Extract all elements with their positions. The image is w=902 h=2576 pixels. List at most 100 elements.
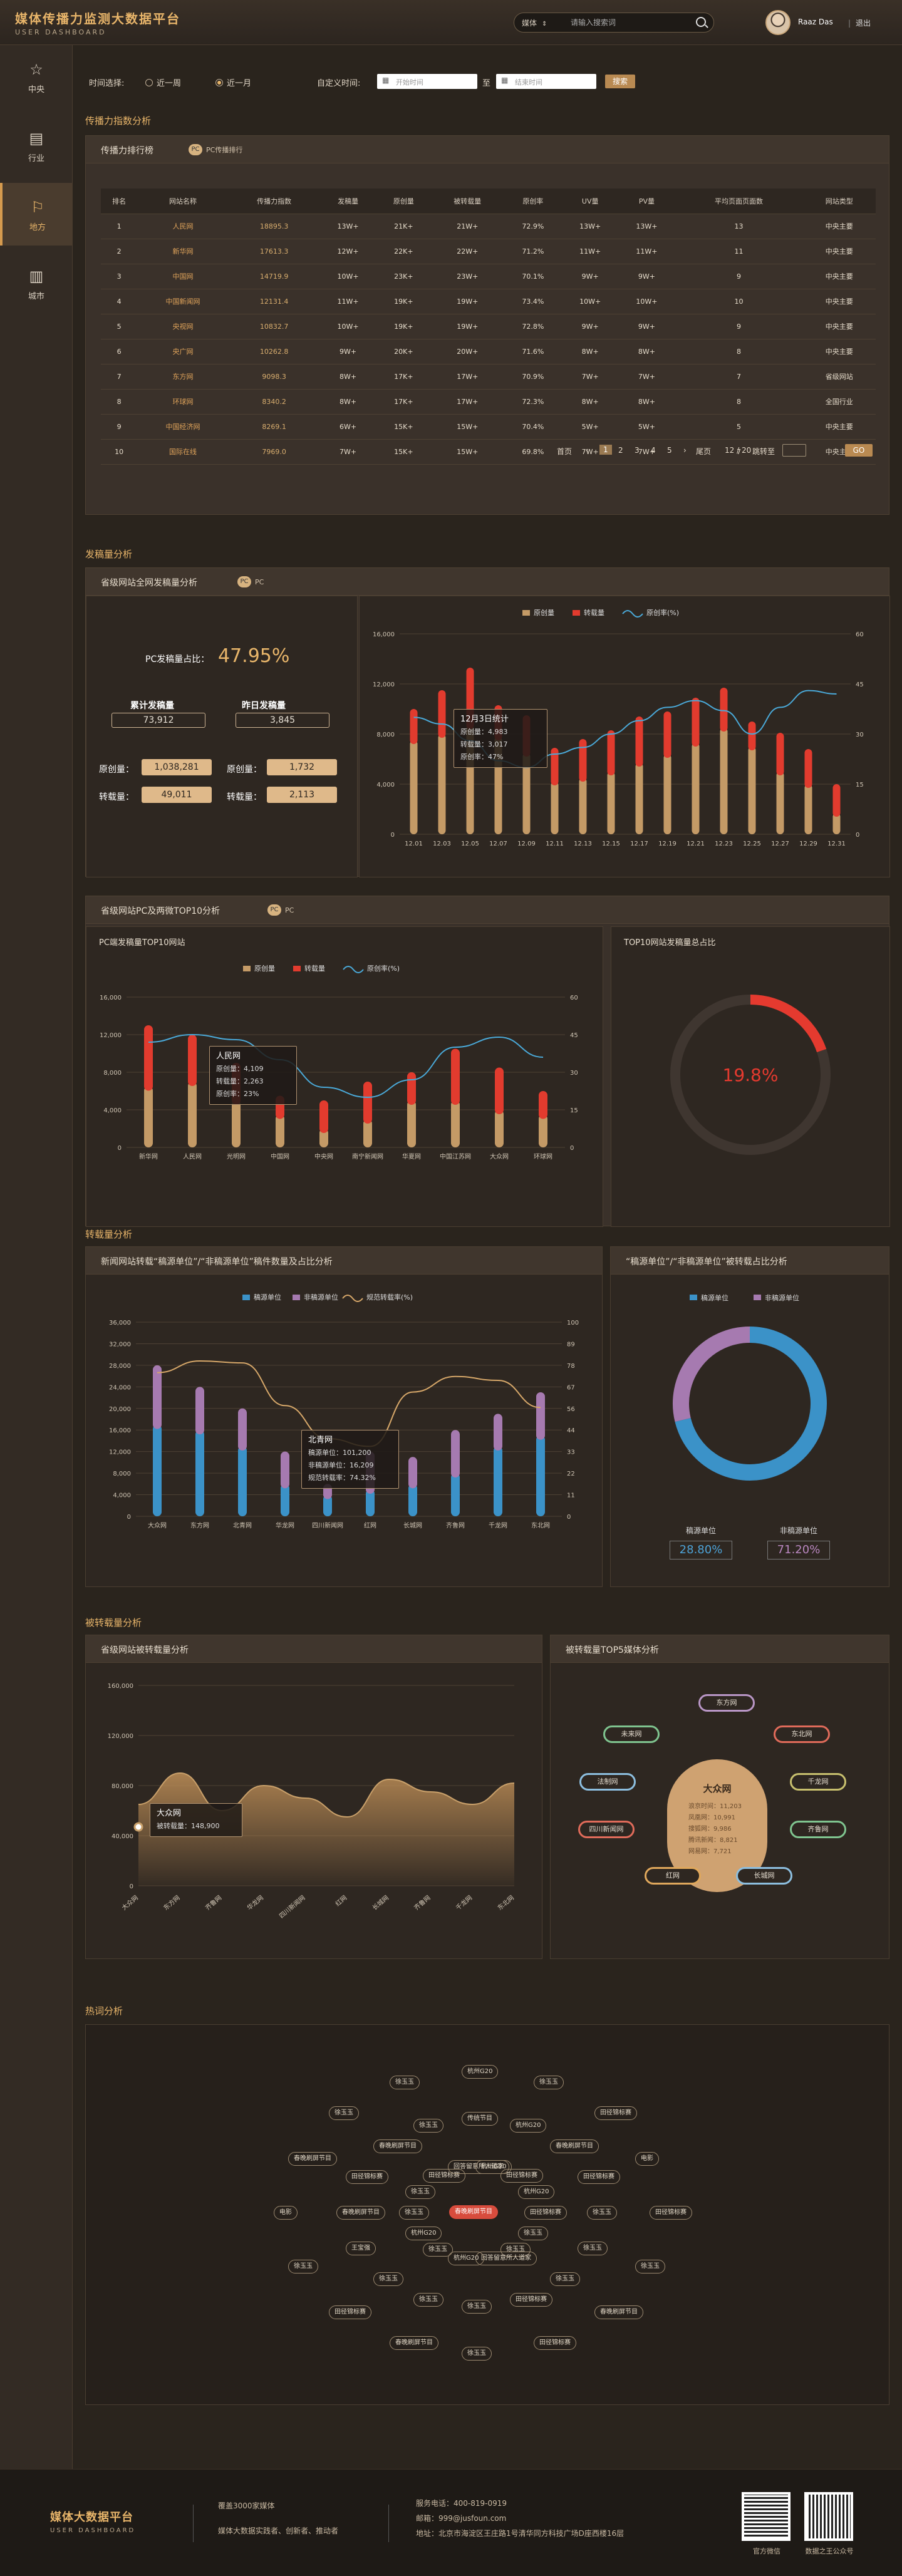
radio-month[interactable]: 近一月 bbox=[215, 76, 251, 88]
hot-word[interactable]: 徐玉玉 bbox=[518, 2227, 548, 2240]
table-cell[interactable]: 人民网 bbox=[137, 214, 229, 239]
table-row[interactable]: 5 央视网 10832.7 10W+ 19K+ 19W+ 72.8% 9W+ 9W+ 9 中央主要 bbox=[101, 314, 876, 339]
hot-word[interactable]: 春晚刷屏节目 bbox=[390, 2336, 438, 2350]
hot-word[interactable]: 徐玉玉 bbox=[405, 2185, 435, 2199]
hot-word[interactable]: 田径锦标赛 bbox=[329, 2305, 371, 2319]
pc-tag[interactable]: PC PC传播排行 bbox=[189, 144, 242, 155]
hot-word[interactable]: 杭州G20 bbox=[462, 2065, 499, 2079]
hot-word[interactable]: 杭州G20 bbox=[448, 2252, 485, 2265]
hot-word[interactable]: 徐玉玉 bbox=[413, 2119, 443, 2133]
media-pill[interactable]: 东北网 bbox=[774, 1725, 830, 1743]
hot-word[interactable]: 田径锦标赛 bbox=[346, 2170, 388, 2184]
hot-word[interactable]: 杭州G20 bbox=[510, 2119, 547, 2133]
table-row[interactable]: 1 人民网 18895.3 13W+ 21K+ 21W+ 72.9% 13W+ 13W+ 13 中央… bbox=[101, 214, 876, 239]
hot-word[interactable]: 春晚刷屏节目 bbox=[336, 2206, 385, 2220]
media-pill[interactable]: 法制网 bbox=[579, 1773, 636, 1791]
hot-word[interactable]: 电影 bbox=[274, 2206, 298, 2220]
radio-week[interactable]: 近一周 bbox=[145, 76, 181, 88]
hot-word[interactable]: 徐玉玉 bbox=[578, 2242, 608, 2255]
hot-word[interactable]: 田径锦标赛 bbox=[510, 2293, 552, 2307]
go-button[interactable]: GO bbox=[845, 444, 873, 457]
logout-link[interactable]: 退出 bbox=[848, 18, 871, 28]
page-prev[interactable]: ‹ bbox=[586, 446, 589, 455]
hot-word[interactable]: 春晚刷屏节目 bbox=[550, 2139, 599, 2153]
table-row[interactable]: 3 中国网 14719.9 10W+ 23K+ 23W+ 70.1% 9W+ 9W+ 9 中央主要 bbox=[101, 264, 876, 289]
table-cell[interactable]: 中国经济网 bbox=[137, 414, 229, 440]
table-cell[interactable]: 国际在线 bbox=[137, 439, 229, 465]
start-date-input[interactable]: 开始时间 bbox=[377, 74, 477, 89]
pc-tag[interactable]: PC PC bbox=[237, 576, 264, 587]
pc-tag[interactable]: PC PC bbox=[267, 904, 294, 916]
hot-word[interactable]: 徐玉玉 bbox=[413, 2293, 443, 2307]
hot-word[interactable]: 徐玉玉 bbox=[399, 2206, 429, 2220]
search-button[interactable]: 搜索 bbox=[605, 75, 635, 88]
page-first[interactable]: 首页 bbox=[557, 446, 572, 457]
media-pill[interactable]: 齐鲁网 bbox=[790, 1821, 846, 1838]
hot-word[interactable]: 回答留意所人道家 bbox=[475, 2252, 537, 2265]
hot-word[interactable]: 徐玉玉 bbox=[329, 2106, 359, 2120]
hot-word[interactable]: 田径锦标赛 bbox=[650, 2206, 692, 2220]
table-row[interactable]: 7 东方网 9098.3 8W+ 17K+ 17W+ 70.9% 7W+ 7W+ 7 省级网站 bbox=[101, 364, 876, 390]
end-date-input[interactable]: 结束时间 bbox=[496, 74, 596, 89]
hot-word[interactable]: 电影 bbox=[635, 2152, 659, 2166]
media-pill[interactable]: 四川新闻网 bbox=[578, 1821, 635, 1838]
hot-word[interactable]: 徐玉玉 bbox=[635, 2260, 665, 2273]
avatar[interactable] bbox=[765, 10, 791, 35]
search-icon[interactable] bbox=[696, 17, 706, 27]
search-input[interactable] bbox=[571, 16, 683, 29]
hot-word[interactable]: 田径锦标赛 bbox=[594, 2106, 637, 2120]
table-row[interactable]: 8 环球网 8340.2 8W+ 17K+ 17W+ 72.3% 8W+ 8W+ 8 全国行业 bbox=[101, 389, 876, 415]
jump-input[interactable] bbox=[782, 444, 806, 457]
hot-word[interactable]: 田径锦标赛 bbox=[500, 2169, 543, 2183]
nav-item-central[interactable]: ☆ 中央 bbox=[0, 45, 73, 108]
page-3[interactable]: 3 bbox=[635, 446, 640, 455]
media-pill[interactable]: 未来网 bbox=[603, 1725, 660, 1743]
table-cell[interactable]: 央广网 bbox=[137, 339, 229, 365]
media-pill[interactable]: 红网 bbox=[645, 1867, 701, 1885]
hot-word[interactable]: 徐玉玉 bbox=[462, 2300, 492, 2314]
hot-word[interactable]: 徐玉玉 bbox=[550, 2272, 580, 2286]
hot-word[interactable]: 徐玉玉 bbox=[462, 2347, 492, 2361]
hot-word[interactable]: 春晚刷屏节目 bbox=[594, 2305, 643, 2319]
table-cell[interactable]: 中国新闻网 bbox=[137, 289, 229, 314]
hot-word[interactable]: 春晚刷屏节目 bbox=[449, 2205, 498, 2219]
table-cell[interactable]: 央视网 bbox=[137, 314, 229, 339]
hot-word[interactable]: 杭州G20 bbox=[405, 2227, 442, 2240]
hot-word[interactable]: 田径锦标赛 bbox=[524, 2206, 567, 2220]
page-1[interactable]: 1 bbox=[599, 445, 612, 455]
media-pill[interactable]: 长城网 bbox=[736, 1867, 792, 1885]
page-2[interactable]: 2 bbox=[618, 446, 623, 455]
search-type-select[interactable]: 媒体 bbox=[522, 18, 547, 28]
table-row[interactable]: 4 中国新闻网 12131.4 11W+ 19K+ 19W+ 73.4% 10W+ 10W+ 10… bbox=[101, 289, 876, 314]
table-row[interactable]: 2 新华网 17613.3 12W+ 22K+ 22W+ 71.2% 11W+ 11W+ 11 中央… bbox=[101, 239, 876, 264]
footer-mail[interactable]: 邮箱：999@jusfoun.com bbox=[416, 2511, 624, 2526]
hot-word[interactable]: 徐玉玉 bbox=[587, 2206, 617, 2220]
hot-word[interactable]: 徐玉玉 bbox=[534, 2076, 564, 2089]
nav-item-city[interactable]: ▥ 城市 bbox=[0, 252, 73, 314]
table-row[interactable]: 6 央广网 10262.8 9W+ 20K+ 20W+ 71.6% 8W+ 8W+ 8 中央主要 bbox=[101, 339, 876, 365]
page-next[interactable]: › bbox=[683, 446, 687, 455]
nav-item-local[interactable]: ⚐ 地方 bbox=[0, 183, 73, 246]
hot-word[interactable]: 杭州G20 bbox=[518, 2185, 555, 2199]
hot-word[interactable]: 徐玉玉 bbox=[373, 2272, 403, 2286]
hot-word[interactable]: 徐玉玉 bbox=[423, 2243, 453, 2257]
table-cell[interactable]: 中国网 bbox=[137, 264, 229, 289]
hot-word[interactable]: 徐玉玉 bbox=[288, 2260, 318, 2273]
hot-word[interactable]: 春晚刷屏节目 bbox=[373, 2139, 422, 2153]
table-row[interactable]: 9 中国经济网 8269.1 6W+ 15K+ 15W+ 70.4% 5W+ 5W+ 5 中央主要 bbox=[101, 414, 876, 440]
hot-word[interactable]: 田径锦标赛 bbox=[534, 2336, 576, 2350]
table-cell[interactable]: 新华网 bbox=[137, 239, 229, 264]
media-pill[interactable]: 千龙网 bbox=[790, 1773, 846, 1791]
hot-word[interactable]: 春晚刷屏节目 bbox=[288, 2152, 337, 2166]
hot-word[interactable]: 传统节目 bbox=[462, 2112, 498, 2126]
table-cell[interactable]: 环球网 bbox=[137, 389, 229, 415]
media-pill[interactable]: 东方网 bbox=[698, 1694, 755, 1712]
nav-item-industry[interactable]: ▤ 行业 bbox=[0, 114, 73, 177]
hot-word[interactable]: 王宝强 bbox=[346, 2242, 376, 2255]
table-cell[interactable]: 东方网 bbox=[137, 364, 229, 390]
hot-word[interactable]: 徐玉玉 bbox=[390, 2076, 420, 2089]
page-4[interactable]: 4 bbox=[651, 446, 656, 455]
page-last[interactable]: 尾页 bbox=[696, 446, 711, 457]
page-5[interactable]: 5 bbox=[667, 446, 672, 455]
hot-word[interactable]: 田径锦标赛 bbox=[578, 2170, 620, 2184]
